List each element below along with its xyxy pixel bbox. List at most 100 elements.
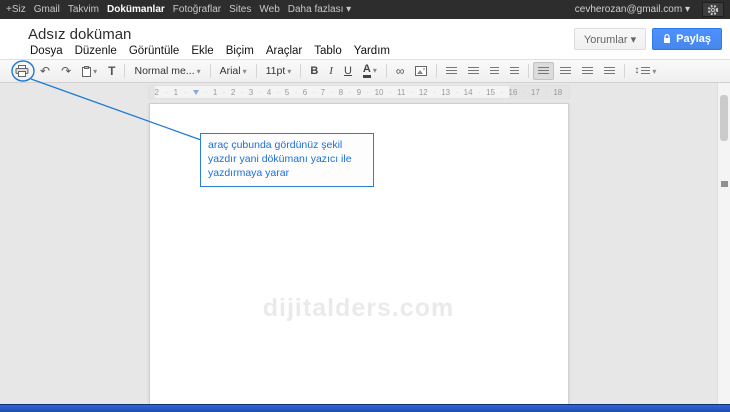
- align-right-button[interactable]: [577, 62, 598, 80]
- scrollbar-thumb[interactable]: [720, 95, 728, 141]
- share-button-label: Paylaş: [676, 33, 711, 45]
- insert-link-button[interactable]: ∞: [391, 62, 410, 80]
- align-left-button[interactable]: [533, 62, 554, 80]
- clipboard-icon: [82, 66, 91, 77]
- account-menu[interactable]: cevherozan@gmail.com ▾: [575, 4, 690, 15]
- toolbar: ↶ ↷ ▾ T Normal me... ▾ Arial ▾ 11pt ▾ B …: [0, 59, 730, 83]
- toolbar-separator: [124, 64, 125, 78]
- toolbar-separator: [386, 64, 387, 78]
- document-title[interactable]: Adsız doküman: [0, 19, 131, 43]
- menu-bicim[interactable]: Biçim: [226, 45, 254, 57]
- image-icon: [415, 66, 427, 76]
- ruler-number: 12: [419, 88, 428, 97]
- menu-goruntule[interactable]: Görüntüle: [129, 45, 180, 57]
- menu-tablo[interactable]: Tablo: [314, 45, 342, 57]
- ruler-number: 17: [531, 88, 540, 97]
- google-bar: +Siz Gmail Takvim Dokümanlar Fotoğraflar…: [0, 0, 730, 19]
- menu-yardim[interactable]: Yardım: [354, 45, 390, 57]
- text-color-icon: A: [363, 64, 371, 79]
- menu-dosya[interactable]: Dosya: [30, 45, 63, 57]
- indent-marker[interactable]: [193, 90, 199, 95]
- bulleted-list-button[interactable]: [463, 62, 484, 80]
- topbar-item-fotograflar[interactable]: Fotoğraflar: [173, 4, 221, 15]
- justify-button[interactable]: [599, 62, 620, 80]
- ruler-number: 1: [174, 88, 178, 97]
- ruler-tick: [349, 88, 352, 97]
- redo-button[interactable]: ↷: [56, 62, 76, 80]
- dropdown-icon: ▾: [197, 67, 201, 76]
- undo-button[interactable]: ↶: [35, 62, 55, 80]
- ruler-number: 10: [375, 88, 384, 97]
- header: Adsız doküman Yorumlar ▾ Paylaş: [0, 19, 730, 43]
- document-canvas: 2 1 1 2 3 4 5: [0, 83, 717, 404]
- insert-image-button[interactable]: [410, 62, 432, 80]
- topbar-item-siz[interactable]: +Siz: [6, 4, 26, 15]
- ruler-numbers: 1 2 3 4 5 6 7 8: [205, 88, 563, 97]
- topbar-item-gmail[interactable]: Gmail: [34, 4, 60, 15]
- ruler-tick: [545, 88, 548, 97]
- menu-duzenle[interactable]: Düzenle: [75, 45, 117, 57]
- topbar-item-web[interactable]: Web: [259, 4, 279, 15]
- line-spacing-button[interactable]: ↕ ▾: [629, 62, 661, 80]
- ruler[interactable]: 2 1 1 2 3 4 5: [148, 85, 570, 99]
- dropdown-icon: ▾: [243, 67, 247, 76]
- gear-icon: [707, 4, 719, 16]
- ruler-number: 5: [285, 88, 289, 97]
- topbar-item-sites[interactable]: Sites: [229, 4, 251, 15]
- ruler-tick: [223, 88, 226, 97]
- style-dropdown[interactable]: Normal me... ▾: [129, 62, 205, 80]
- dropdown-icon: ▾: [287, 67, 291, 76]
- watermark-text: dijitalders.com: [150, 294, 568, 323]
- underline-button[interactable]: U: [339, 62, 357, 80]
- numbered-list-button[interactable]: [441, 62, 462, 80]
- font-value: Arial: [220, 65, 241, 77]
- ruler-tick: [295, 88, 298, 97]
- align-left-icon: [538, 67, 549, 76]
- align-center-button[interactable]: [555, 62, 576, 80]
- ruler-number: 15: [486, 88, 495, 97]
- toolbar-separator: [210, 64, 211, 78]
- font-size-dropdown[interactable]: 11pt ▾: [261, 62, 297, 80]
- bold-button[interactable]: B: [305, 62, 323, 80]
- os-taskbar[interactable]: [0, 404, 730, 412]
- bold-icon: B: [310, 65, 318, 77]
- paint-format-icon: T: [108, 65, 115, 77]
- print-button[interactable]: [10, 62, 34, 80]
- share-button[interactable]: Paylaş: [652, 28, 722, 50]
- ruler-number: 9: [357, 88, 361, 97]
- ruler-tick: [478, 88, 481, 97]
- paint-format-button[interactable]: T: [103, 62, 120, 80]
- ruler-tick: [241, 88, 244, 97]
- ruler-left-numbers: 2 1: [155, 88, 199, 97]
- toolbar-separator: [300, 64, 301, 78]
- topbar-item-dokumanlar[interactable]: Dokümanlar: [107, 4, 165, 15]
- comments-button[interactable]: Yorumlar ▾: [574, 28, 646, 50]
- settings-button[interactable]: [702, 2, 724, 17]
- menu-araclar[interactable]: Araçlar: [266, 45, 302, 57]
- undo-icon: ↶: [40, 65, 50, 77]
- indent-icon: [510, 67, 519, 76]
- align-right-icon: [582, 67, 593, 76]
- dropdown-icon: ▾: [93, 67, 97, 76]
- style-value: Normal me...: [134, 65, 194, 77]
- topbar-item-takvim[interactable]: Takvim: [68, 4, 99, 15]
- ruler-tick: [433, 88, 436, 97]
- text-color-button[interactable]: A ▾: [358, 62, 382, 81]
- ruler-tick: [389, 88, 392, 97]
- paste-button[interactable]: ▾: [77, 62, 102, 80]
- topbar-item-more[interactable]: Daha fazlası ▾: [288, 4, 351, 15]
- toolbar-separator: [436, 64, 437, 78]
- indent-button[interactable]: [505, 62, 524, 80]
- menu-ekle[interactable]: Ekle: [191, 45, 213, 57]
- outdent-button[interactable]: [485, 62, 504, 80]
- toolbar-separator: [256, 64, 257, 78]
- annotation-box: araç çubunda gördünüz şekil yazdır yani …: [200, 133, 374, 187]
- ruler-tick: [259, 88, 262, 97]
- vertical-scrollbar[interactable]: [717, 83, 730, 404]
- italic-button[interactable]: I: [324, 62, 338, 80]
- lock-icon: [663, 34, 671, 44]
- font-dropdown[interactable]: Arial ▾: [215, 62, 252, 80]
- toolbar-separator: [528, 64, 529, 78]
- underline-icon: U: [344, 65, 352, 77]
- link-icon: ∞: [396, 65, 405, 77]
